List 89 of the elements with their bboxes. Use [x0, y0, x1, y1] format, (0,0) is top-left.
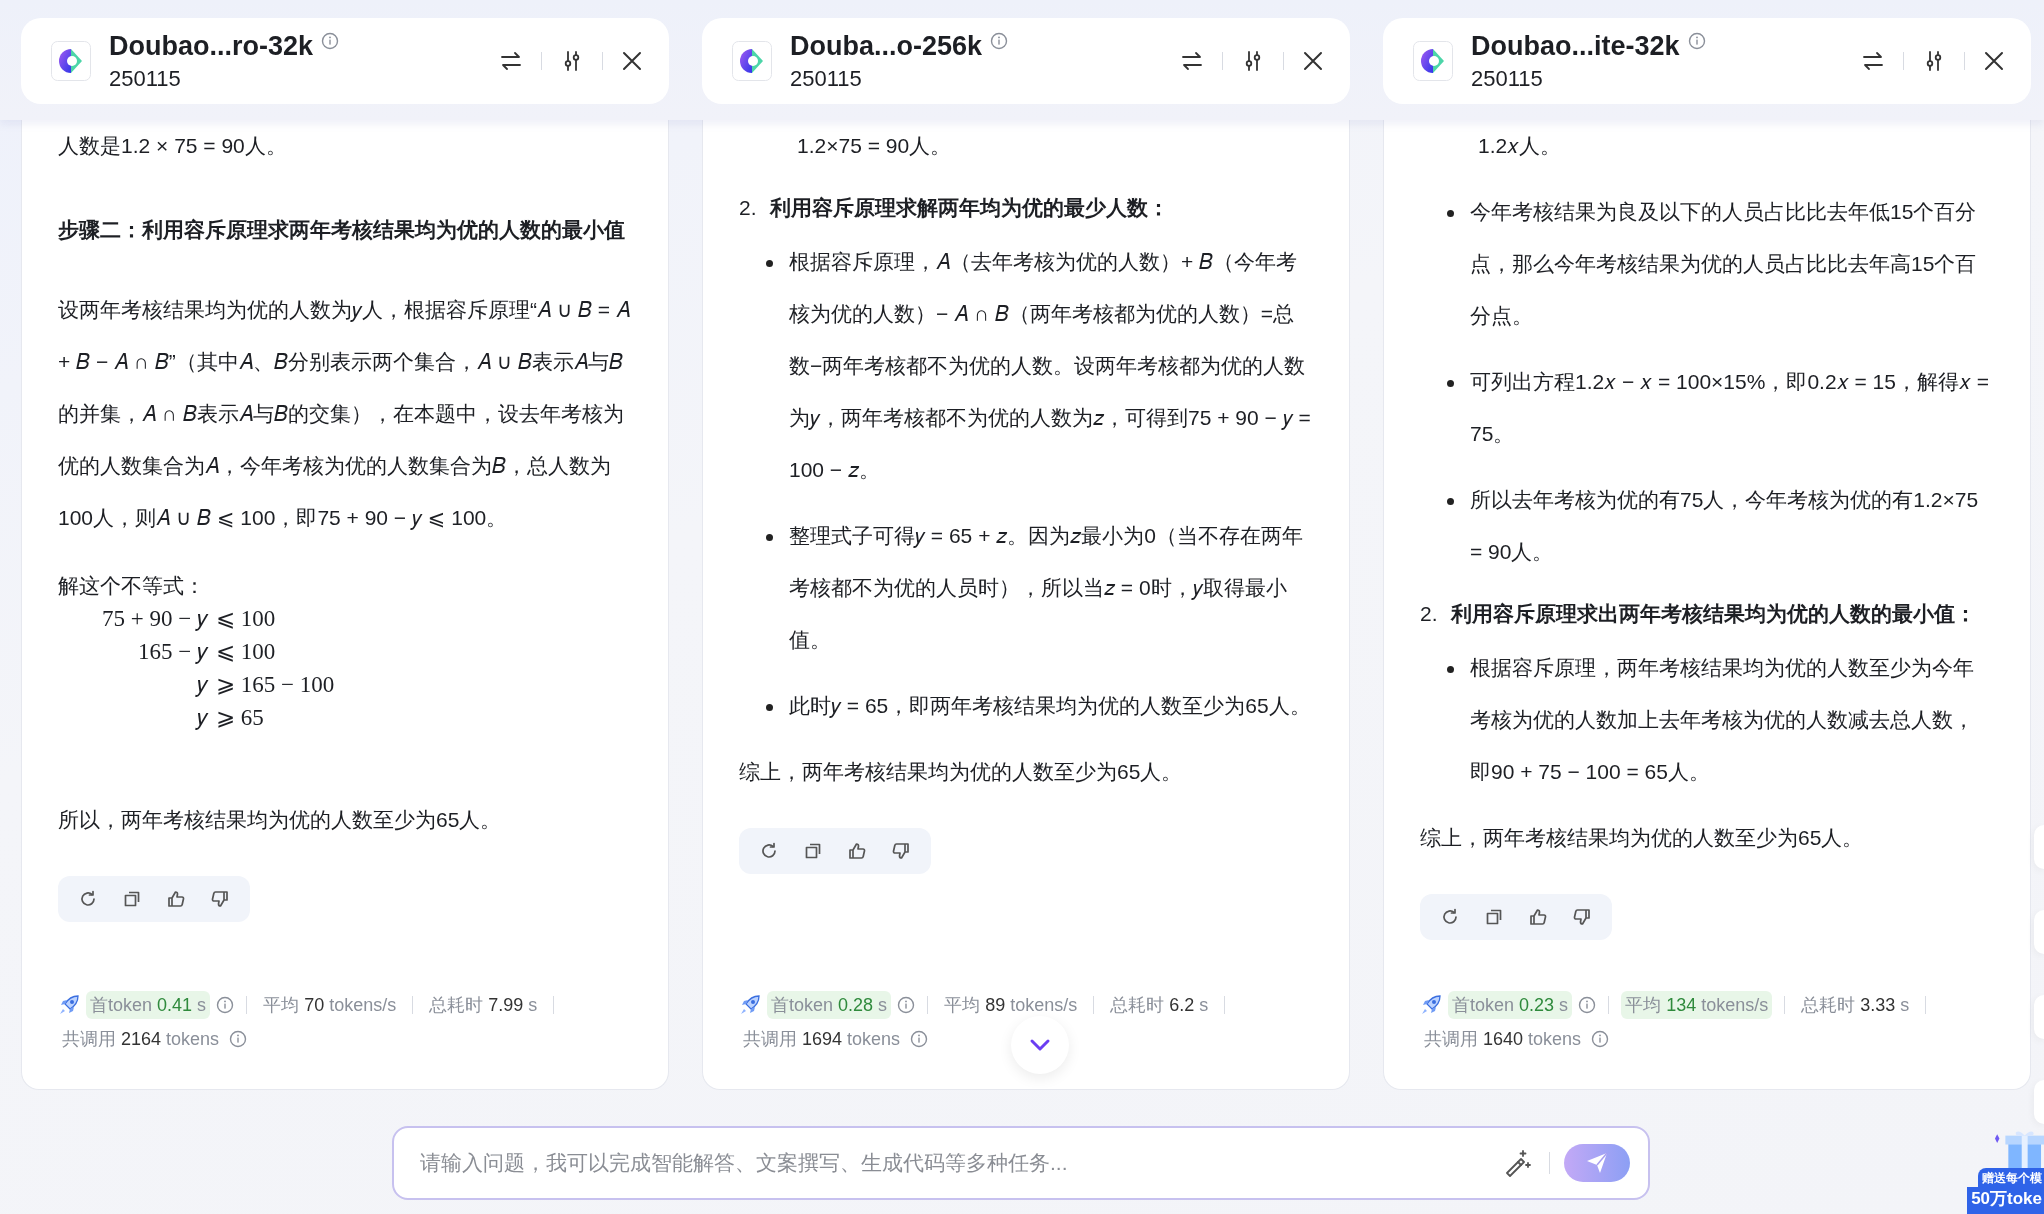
thumbs-down-icon	[1572, 907, 1592, 927]
bullet-text: 可列出方程1.2𝑥 − 𝑥 = 100×15%，即0.2𝑥 = 15，解得𝑥 = 75。	[1470, 369, 1990, 447]
info-icon[interactable]	[1591, 1030, 1610, 1048]
model-version: 250115	[1471, 66, 1544, 92]
list-heading: 利用容斥原理求解两年均为优的最少人数：	[770, 195, 1169, 221]
swap-arrows-icon	[1180, 49, 1204, 73]
bullet-dot	[766, 704, 773, 711]
list-heading: 利用容斥原理求出两年考核结果均为优的人数的最小值：	[1451, 601, 1976, 627]
bullet-text: 所以去年考核为优的有75人，今年考核为优的有1.2×75 = 90人。	[1470, 487, 1980, 565]
info-icon[interactable]	[229, 1030, 248, 1048]
bullet-dot	[766, 534, 773, 541]
rocket-icon	[739, 994, 761, 1016]
list-item-text: 1.2𝑥人。	[1478, 133, 1563, 159]
refresh-icon	[1440, 907, 1460, 927]
info-icon[interactable]	[910, 1030, 929, 1048]
list-item-text: 1.2×75 = 90人。	[797, 133, 953, 159]
copy-icon	[122, 889, 142, 909]
close-icon	[1302, 50, 1324, 72]
info-icon[interactable]	[897, 996, 916, 1014]
bullet-text: 整理式子可得𝑦 = 65 + 𝑧。因为𝑧最小为0（当不存在两年考核都不为优的人员时），所以当𝑧 = 0时，𝑦取得最小值。	[789, 523, 1304, 653]
stat-text: 共调用 1640 tokens	[1423, 1028, 1583, 1051]
equation-line: 165 − 𝑦 ⩽ 100	[137, 638, 277, 666]
magic-wand-icon	[1503, 1149, 1531, 1177]
model-name: Douba...o-256k	[790, 30, 983, 62]
thumbs-up-icon	[847, 841, 867, 861]
model-name: Doubao...ro-32k	[109, 30, 314, 62]
chevron-down-icon	[1029, 1038, 1051, 1052]
list-number: 2.	[739, 195, 758, 221]
answer-paragraph: 设两年考核结果均为优的人数为𝑦人，根据容斥原理“𝐴 ∪ 𝐵 = 𝐴 + 𝐵 − 𝐴 ∩ 𝐵”（其中𝐴、𝐵分别表示两个集合，𝐴 ∪ 𝐵表示𝐴与𝐵的并集，𝐴 ∩ 𝐵表示𝐴与𝐵的交集），在本题中，设去年考核为优的人数集合为𝐴，今年考核为优的人数集合为𝐵，总人数为100人，则𝐴 ∪ 𝐵 ⩽ 100，即75 + 90 − 𝑦 ⩽ 100。	[58, 297, 631, 532]
bullet-text: 今年考核结果为良及以下的人员占比比去年低15个百分点，那么今年考核结果为优的人员占比比去年高15个百分点。	[1470, 199, 1978, 329]
bullet-text: 根据容斥原理，𝐴（去年考核为优的人数）+ 𝐵（今年考核为优的人数）− 𝐴 ∩ 𝐵（两年考核都为优的人数）=总数−两年考核都不为优的人数。设两年考核都为优的人数为𝑦，两年考核都不为优的人数为𝑧，可得到75 + 90 − 𝑦 = 100 − 𝑧。	[789, 249, 1312, 483]
model-version: 250115	[109, 66, 182, 92]
bullet-dot	[1447, 498, 1454, 505]
promo-badge[interactable]: 赠送每个模 50万toke	[1952, 1128, 2044, 1214]
close-icon	[621, 50, 643, 72]
message-input[interactable]: 请输入问题，我可以完成智能解答、文案撰写、生成代码等多种任务...	[418, 1150, 1499, 1176]
stat-text: 首token 0.28 s	[767, 991, 892, 1019]
stat-text: 总耗时 6.2 s	[1109, 994, 1210, 1017]
copy-icon	[1484, 907, 1504, 927]
bullet-dot	[766, 260, 773, 267]
info-icon[interactable]	[990, 32, 1009, 50]
thumbs-up-icon	[1528, 907, 1548, 927]
equation-line: 𝑦 ⩾ 165 − 100	[194, 671, 336, 699]
stat-text: 总耗时 3.33 s	[1800, 994, 1911, 1017]
stat-text: 平均 70 tokens/s	[262, 994, 398, 1017]
chat-input-box[interactable]: 请输入问题，我可以完成智能解答、文案撰写、生成代码等多种任务...	[392, 1126, 1650, 1200]
bullet-dot	[1447, 380, 1454, 387]
stat-text: 首token 0.41 s	[86, 991, 211, 1019]
info-icon[interactable]	[1687, 32, 1706, 50]
info-icon[interactable]	[216, 996, 235, 1014]
stat-text: 共调用 1694 tokens	[742, 1028, 902, 1051]
answer-paragraph: 综上，两年考核结果均为优的人数至少为65人。	[739, 759, 1184, 785]
close-icon	[1983, 50, 2005, 72]
thumbs-down-icon	[891, 841, 911, 861]
bullet-text: 根据容斥原理，两年考核结果均为优的人数至少为今年考核为优的人数加上去年考核为优的人数减去总人数，即90 + 75 − 100 = 65人。	[1470, 655, 1975, 785]
swap-arrows-icon	[499, 49, 523, 73]
answer-paragraph: 所以，两年考核结果均为优的人数至少为65人。	[58, 807, 503, 833]
promo-text: 50万toke	[1967, 1187, 2044, 1214]
rocket-icon	[1420, 994, 1442, 1016]
answer-paragraph: 综上，两年考核结果均为优的人数至少为65人。	[1420, 825, 1865, 851]
thumbs-down-icon	[210, 889, 230, 909]
thumbs-up-icon	[166, 889, 186, 909]
stat-text: 首token 0.23 s	[1448, 991, 1573, 1019]
promo-text: 赠送每个模	[1978, 1168, 2044, 1187]
stat-text: 平均 89 tokens/s	[943, 994, 1079, 1017]
equation-line: 𝑦 ⩾ 65	[194, 704, 265, 732]
rocket-icon	[58, 994, 80, 1016]
model-name: Doubao...ite-32k	[1471, 30, 1680, 62]
bullet-text: 此时𝑦 = 65，即两年考核结果均为优的人数至少为65人。	[789, 693, 1312, 720]
copy-icon	[803, 841, 823, 861]
info-icon[interactable]	[321, 32, 340, 50]
logo-icon	[732, 41, 772, 81]
model-version: 250115	[790, 66, 863, 92]
info-icon[interactable]	[1578, 996, 1597, 1014]
logo-icon	[1413, 41, 1453, 81]
swap-arrows-icon	[1861, 49, 1885, 73]
answer-paragraph: 解这个不等式：	[58, 573, 206, 599]
stat-text: 平均 134 tokens/s	[1621, 991, 1773, 1019]
bullet-dot	[1447, 666, 1454, 673]
logo-icon	[51, 41, 91, 81]
equation-line: 75 + 90 − 𝑦 ⩽ 100	[101, 605, 277, 633]
bullet-dot	[1447, 210, 1454, 217]
stat-text: 总耗时 7.99 s	[428, 994, 539, 1017]
refresh-icon	[759, 841, 779, 861]
list-number: 2.	[1420, 601, 1439, 627]
answer-paragraph: 人数是1.2 × 75 = 90人。	[58, 133, 288, 159]
stat-text: 共调用 2164 tokens	[61, 1028, 221, 1051]
step-heading: 步骤二：利用容斥原理求两年考核结果均为优的人数的最小值	[58, 217, 626, 243]
refresh-icon	[78, 889, 98, 909]
